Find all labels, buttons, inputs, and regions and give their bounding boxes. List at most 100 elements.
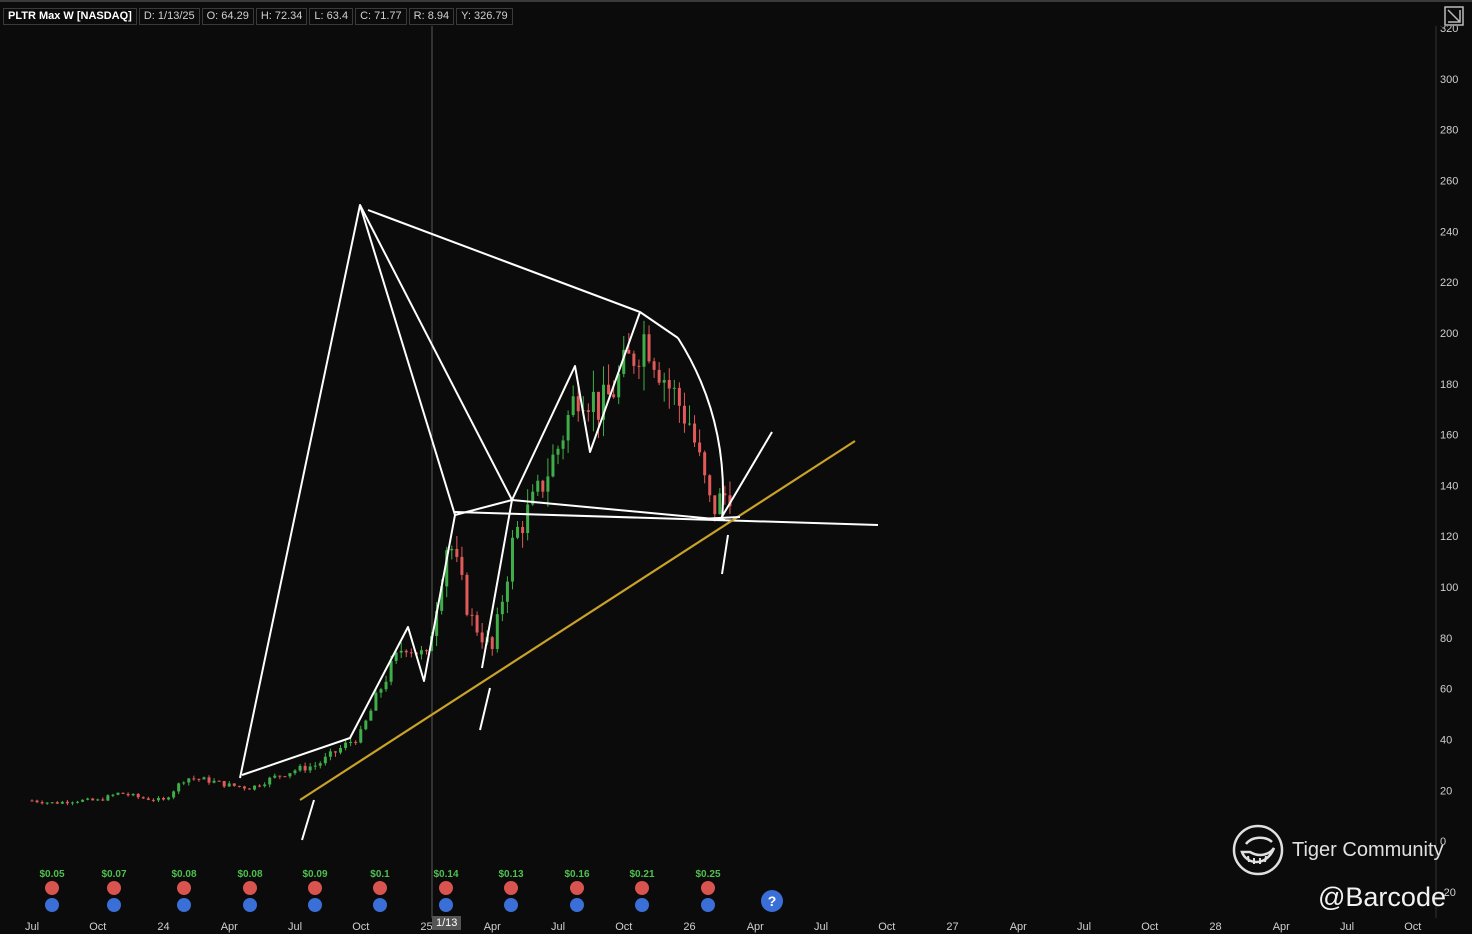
y-tick-label: 280 xyxy=(1440,125,1458,137)
candle-body xyxy=(333,751,337,753)
candle-body xyxy=(131,793,135,796)
candle-body xyxy=(227,783,231,787)
drawing-tick-2 xyxy=(479,687,491,731)
candle-body xyxy=(495,614,499,649)
x-tick-label: 28 xyxy=(1209,921,1221,933)
candle-body xyxy=(521,526,525,534)
eps-label: $0.25 xyxy=(695,869,720,880)
candle-body xyxy=(106,795,110,801)
eps-label: $0.08 xyxy=(237,869,262,880)
drawing-tick-1 xyxy=(301,799,315,841)
candle-body xyxy=(126,793,130,796)
chart-header: PLTR Max W [NASDAQ] D: 1/13/25 O: 64.29 … xyxy=(0,0,1472,26)
x-tick-label: Jul xyxy=(1077,921,1091,933)
x-tick-label: Jul xyxy=(551,921,565,933)
candle-body xyxy=(162,797,165,800)
tiger-community-watermark: Tiger Community xyxy=(1232,824,1444,876)
earnings-icon xyxy=(635,898,649,912)
candle-body xyxy=(60,801,64,804)
candle-body xyxy=(76,801,80,803)
eps-label: $0.07 xyxy=(101,869,126,880)
candle-body xyxy=(627,349,631,354)
candle-body xyxy=(657,369,661,383)
candle-body xyxy=(141,797,145,799)
candle-body xyxy=(212,780,216,783)
eps-label: $0.09 xyxy=(302,869,327,880)
candle-body xyxy=(652,361,656,370)
high-readout: H: 72.34 xyxy=(255,8,308,25)
candle-body xyxy=(258,785,262,787)
candle-body xyxy=(187,778,191,783)
candle-body xyxy=(303,765,307,771)
candle-body xyxy=(516,526,520,538)
candle-body xyxy=(556,448,560,455)
y-tick-label: 260 xyxy=(1440,175,1458,187)
candle-body xyxy=(571,396,575,416)
dividend-icon xyxy=(635,881,649,895)
dividend-icon xyxy=(107,881,121,895)
candle-body xyxy=(253,785,257,790)
y-tick-label: 180 xyxy=(1440,379,1458,391)
candle-body xyxy=(718,493,722,515)
candle-body xyxy=(374,692,378,711)
x-axis: Jul Oct 24 Apr Jul Oct 25 Apr Jul Oct 26 Apr Jul Oct 2… xyxy=(25,921,1421,933)
candle-body xyxy=(182,782,186,784)
x-tick-label: Oct xyxy=(89,921,106,933)
x-tick-label: 24 xyxy=(157,921,169,933)
drawing-wave-outline xyxy=(239,204,456,779)
y-tick-label: 160 xyxy=(1440,430,1458,442)
collapse-icon[interactable] xyxy=(1444,6,1464,26)
candle-body xyxy=(283,776,287,778)
event-markers[interactable]: $0.05 $0.07 $0.08 $0.08 $0.09 $0.1 $0.14 $0.13 $… xyxy=(39,869,783,912)
x-tick-label: Jul xyxy=(25,921,39,933)
candle-body xyxy=(404,650,408,653)
candle-body xyxy=(708,475,712,496)
price-chart[interactable]: 3203002802602402202001801601401201008060… xyxy=(0,0,1472,934)
drawing-projection xyxy=(719,431,773,521)
earnings-icon xyxy=(439,898,453,912)
eps-label: $0.05 xyxy=(39,869,64,880)
candle-body xyxy=(323,756,327,764)
y-readout: Y: 326.79 xyxy=(456,8,513,25)
candle-body xyxy=(45,802,49,804)
candle-body xyxy=(50,802,54,804)
candle-body xyxy=(172,791,176,798)
candle-body xyxy=(121,792,125,794)
candle-body xyxy=(662,380,666,383)
candle-body xyxy=(192,778,196,780)
candle-body xyxy=(698,442,702,453)
candle-body xyxy=(409,652,413,654)
candle-body xyxy=(359,729,363,743)
candle-body xyxy=(586,410,590,412)
symbol-label[interactable]: PLTR Max W [NASDAQ] xyxy=(3,8,137,25)
eps-label: $0.16 xyxy=(564,869,589,880)
eps-label: $0.14 xyxy=(433,869,458,880)
y-tick-label: 120 xyxy=(1440,531,1458,543)
candle-body xyxy=(576,396,580,412)
candle-body xyxy=(146,798,150,800)
drawings xyxy=(239,204,879,841)
candle-body xyxy=(273,775,277,778)
drawing-upper-line xyxy=(367,209,679,339)
candle-body xyxy=(475,615,479,633)
x-tick-label: Apr xyxy=(221,921,238,933)
candles xyxy=(30,320,732,806)
candle-body xyxy=(541,480,545,492)
candle-body xyxy=(490,637,494,649)
candle-body xyxy=(688,423,691,425)
candle-body xyxy=(536,480,540,492)
candle-body xyxy=(596,391,600,420)
y-tick-label: 240 xyxy=(1440,226,1458,238)
candle-body xyxy=(263,784,267,787)
candle-body xyxy=(86,798,90,800)
candle-body xyxy=(101,799,105,801)
candle-body xyxy=(268,777,272,785)
dividend-icon xyxy=(243,881,257,895)
earnings-icon xyxy=(177,898,191,912)
eps-label: $0.21 xyxy=(629,869,654,880)
x-tick-label: Jul xyxy=(1340,921,1354,933)
candle-body xyxy=(637,365,641,367)
candle-body xyxy=(612,394,616,398)
candle-body xyxy=(677,387,681,406)
candle-body xyxy=(197,778,201,780)
